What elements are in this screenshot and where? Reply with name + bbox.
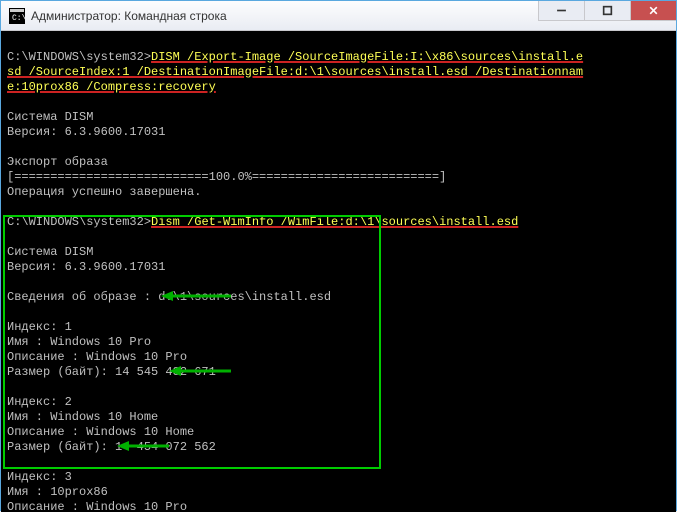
image-details: Сведения об образе : d:\1\sources\instal… xyxy=(7,290,331,304)
titlebar[interactable]: C:\ Администратор: Командная строка xyxy=(1,1,676,31)
idx1-name: Имя : Windows 10 Pro xyxy=(7,335,151,349)
close-button[interactable] xyxy=(630,1,676,21)
command-1-line2: sd /SourceIndex:1 /DestinationImageFile:… xyxy=(7,65,583,79)
command-2: Dism /Get-WimInfo /WimFile:d:\1\sources\… xyxy=(151,215,518,229)
svg-text:C:\: C:\ xyxy=(12,14,25,23)
idx2-index: Индекс: 2 xyxy=(7,395,72,409)
idx1-size: Размер (байт): 14 545 482 671 xyxy=(7,365,216,379)
idx1-desc: Описание : Windows 10 Pro xyxy=(7,350,187,364)
window-controls xyxy=(538,1,676,21)
export-label: Экспорт образа xyxy=(7,155,108,169)
idx3-index: Индекс: 3 xyxy=(7,470,72,484)
window-title: Администратор: Командная строка xyxy=(31,9,227,23)
done-1: Операция успешно завершена. xyxy=(7,185,201,199)
idx2-size: Размер (байт): 14 454 072 562 xyxy=(7,440,216,454)
dism-version: Версия: 6.3.9600.17031 xyxy=(7,125,165,139)
prompt: C:\WINDOWS\system32> xyxy=(7,50,151,64)
prompt: C:\WINDOWS\system32> xyxy=(7,215,151,229)
terminal-output[interactable]: C:\WINDOWS\system32>DISM /Export-Image /… xyxy=(1,31,676,512)
idx2-name: Имя : Windows 10 Home xyxy=(7,410,158,424)
progress-bar: [===========================100.0%======… xyxy=(7,170,446,184)
dism-system-2: Система DISM xyxy=(7,245,93,259)
dism-version-2: Версия: 6.3.9600.17031 xyxy=(7,260,165,274)
maximize-button[interactable] xyxy=(584,1,630,21)
minimize-button[interactable] xyxy=(538,1,584,21)
idx3-desc: Описание : Windows 10 Pro xyxy=(7,500,187,512)
command-1-line1: DISM /Export-Image /SourceImageFile:I:\x… xyxy=(151,50,583,64)
dism-system: Система DISM xyxy=(7,110,93,124)
idx2-desc: Описание : Windows 10 Home xyxy=(7,425,194,439)
command-1-line3: e:10prox86 /Compress:recovery xyxy=(7,80,216,94)
idx3-name: Имя : 10prox86 xyxy=(7,485,108,499)
idx1-index: Индекс: 1 xyxy=(7,320,72,334)
cmd-icon: C:\ xyxy=(9,8,25,24)
